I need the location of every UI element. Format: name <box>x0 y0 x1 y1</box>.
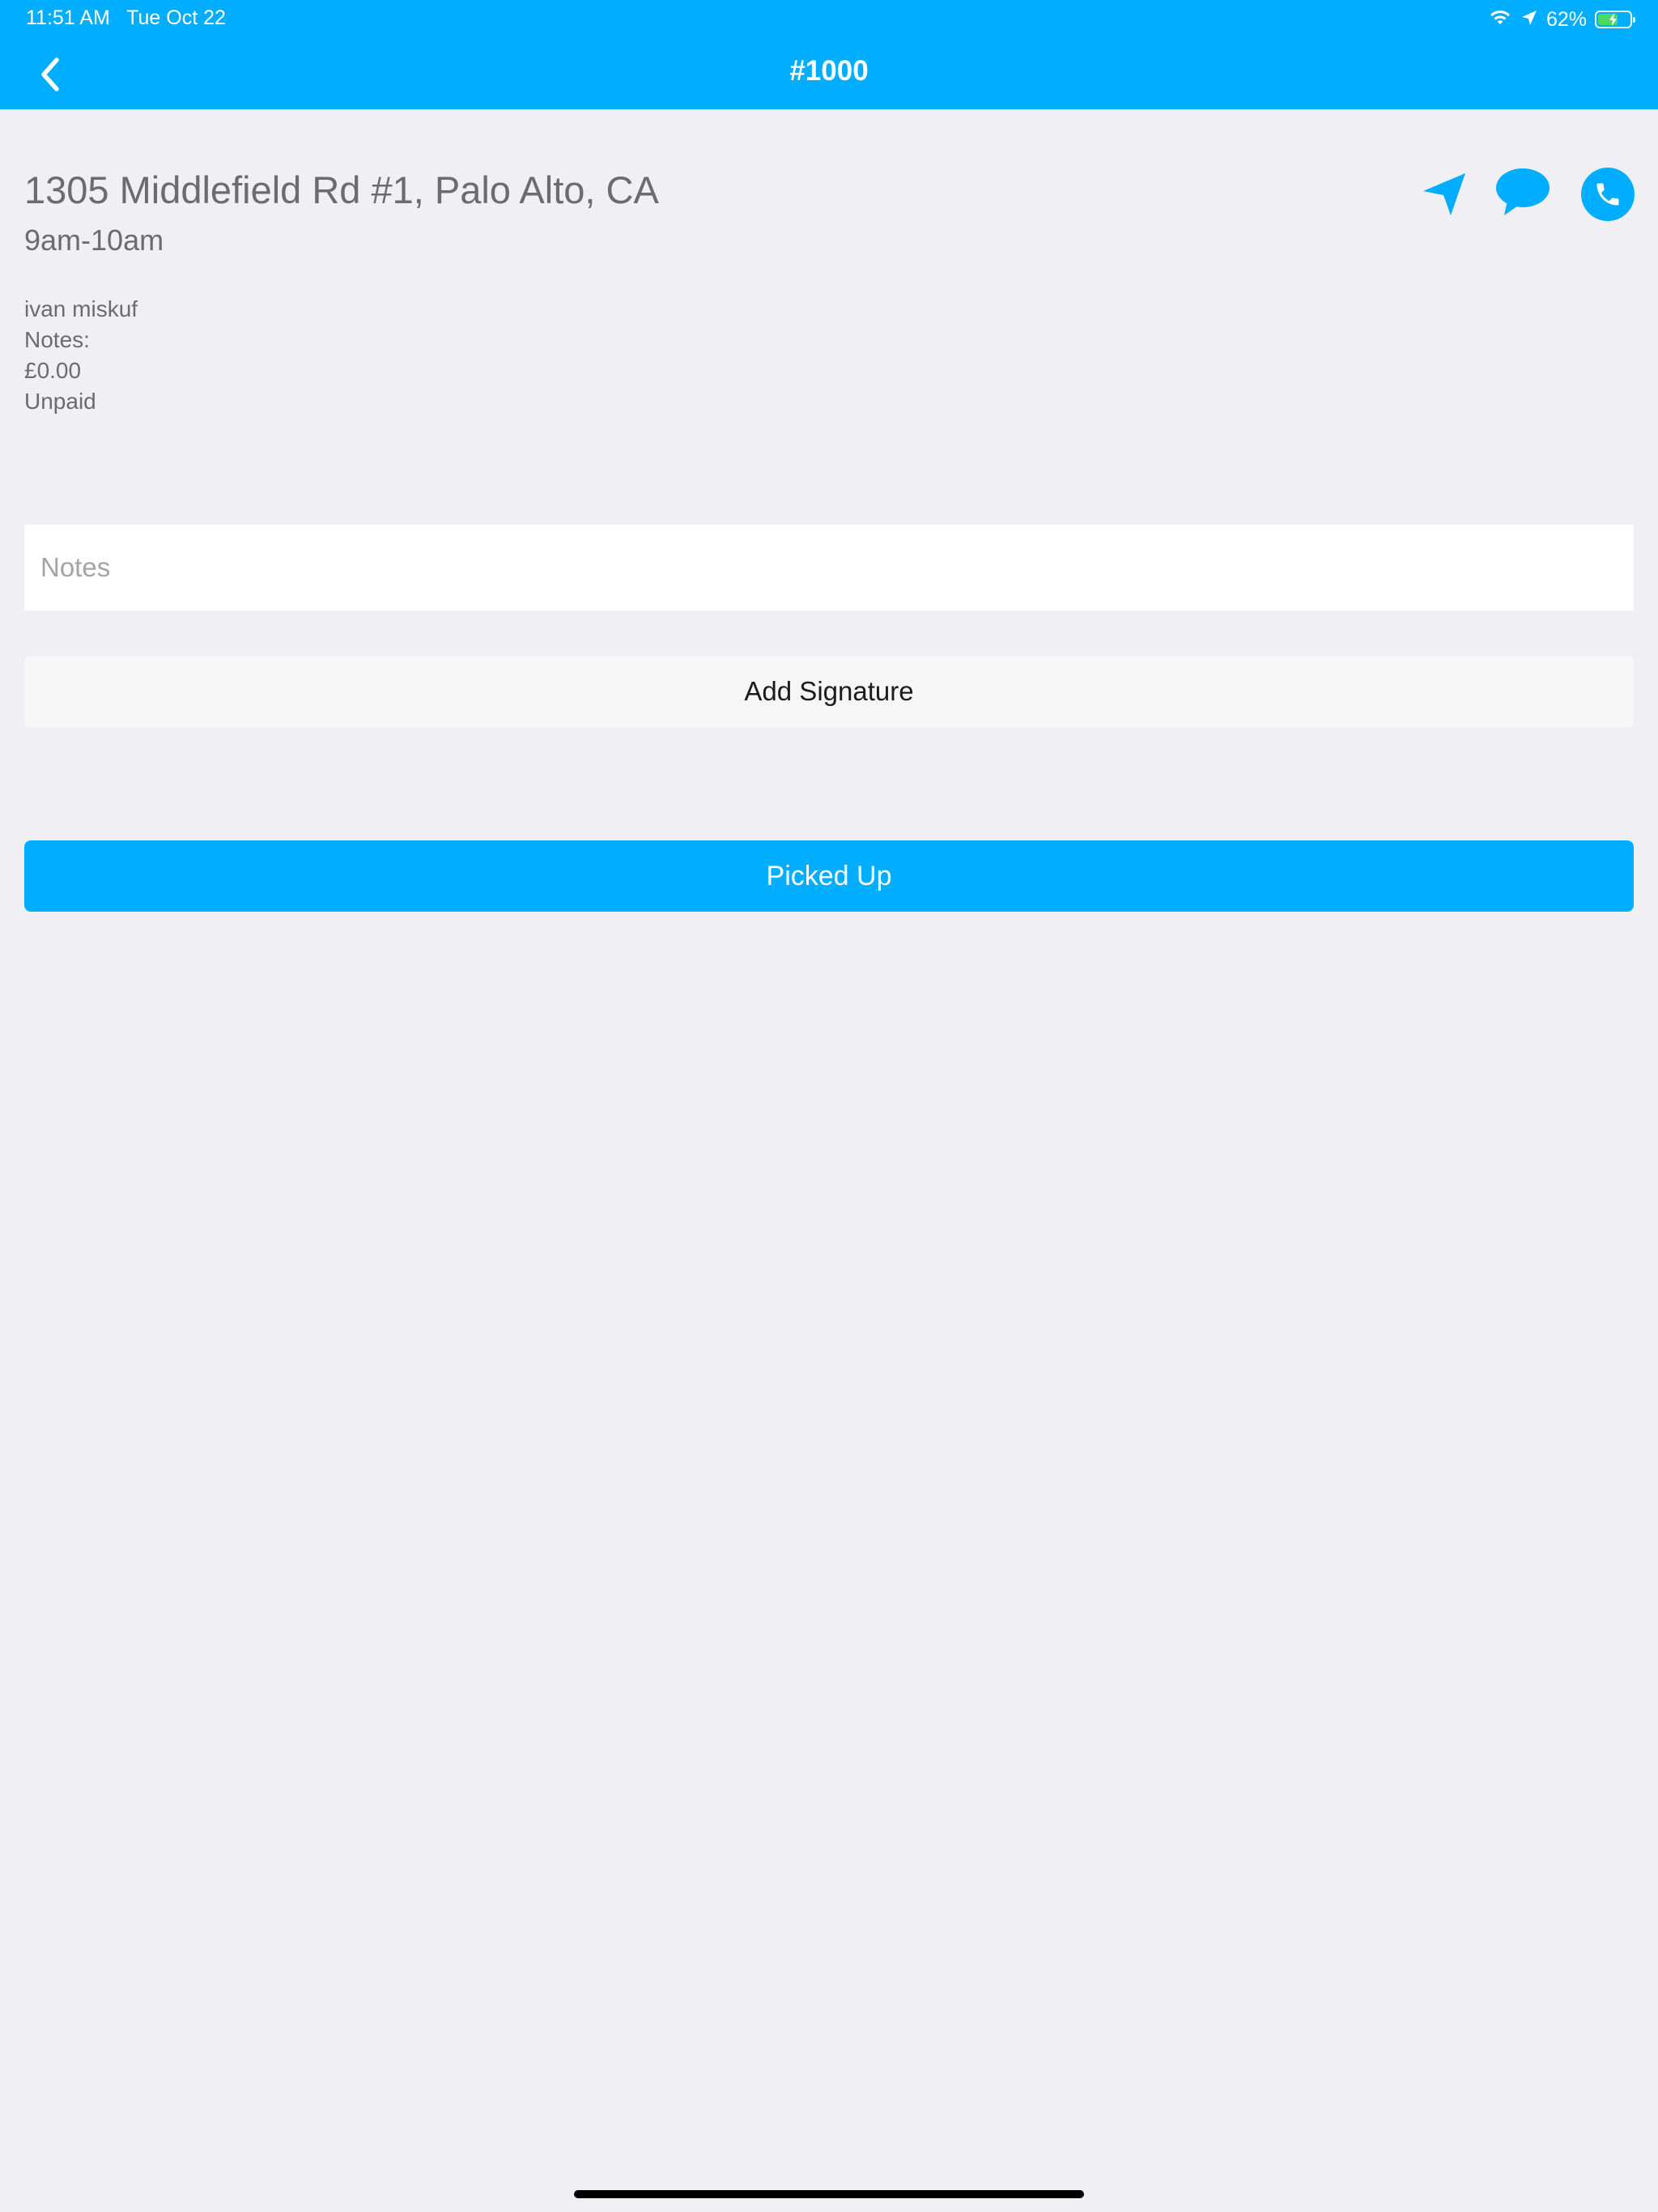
navigation-bar: 11:51 AM Tue Oct 22 62% #1000 <box>0 0 1658 109</box>
customer-name: ivan miskuf <box>24 296 138 321</box>
notes-label: Notes: <box>24 327 90 352</box>
order-time-window: 9am-10am <box>24 223 164 257</box>
order-amount: £0.00 <box>24 358 82 383</box>
phone-icon <box>1596 183 1619 206</box>
page-title: #1000 <box>789 55 869 87</box>
navigate-button[interactable] <box>1418 168 1470 220</box>
payment-status: Unpaid <box>24 389 96 414</box>
picked-up-button[interactable]: Picked Up <box>24 840 1634 912</box>
add-signature-button[interactable]: Add Signature <box>24 656 1634 727</box>
location-arrow-icon <box>1520 9 1538 31</box>
order-address: 1305 Middlefield Rd #1, Palo Alto, CA <box>24 168 659 211</box>
notes-input[interactable] <box>24 525 1634 610</box>
battery-icon <box>1595 11 1635 28</box>
navigation-arrow-icon <box>1423 173 1465 215</box>
status-time-date: 11:51 AM Tue Oct 22 <box>26 6 226 29</box>
battery-nub <box>1633 17 1635 23</box>
order-details: ivan miskuf Notes: £0.00 Unpaid <box>24 294 138 417</box>
charging-bolt-icon <box>1609 13 1617 26</box>
home-indicator <box>574 2190 1084 2198</box>
battery-percentage: 62% <box>1545 7 1587 31</box>
chat-bubble-icon <box>1496 168 1550 215</box>
message-button[interactable] <box>1493 165 1553 219</box>
status-indicators: 62% <box>1488 5 1635 34</box>
wifi-icon <box>1488 8 1512 32</box>
call-button[interactable] <box>1581 168 1635 221</box>
